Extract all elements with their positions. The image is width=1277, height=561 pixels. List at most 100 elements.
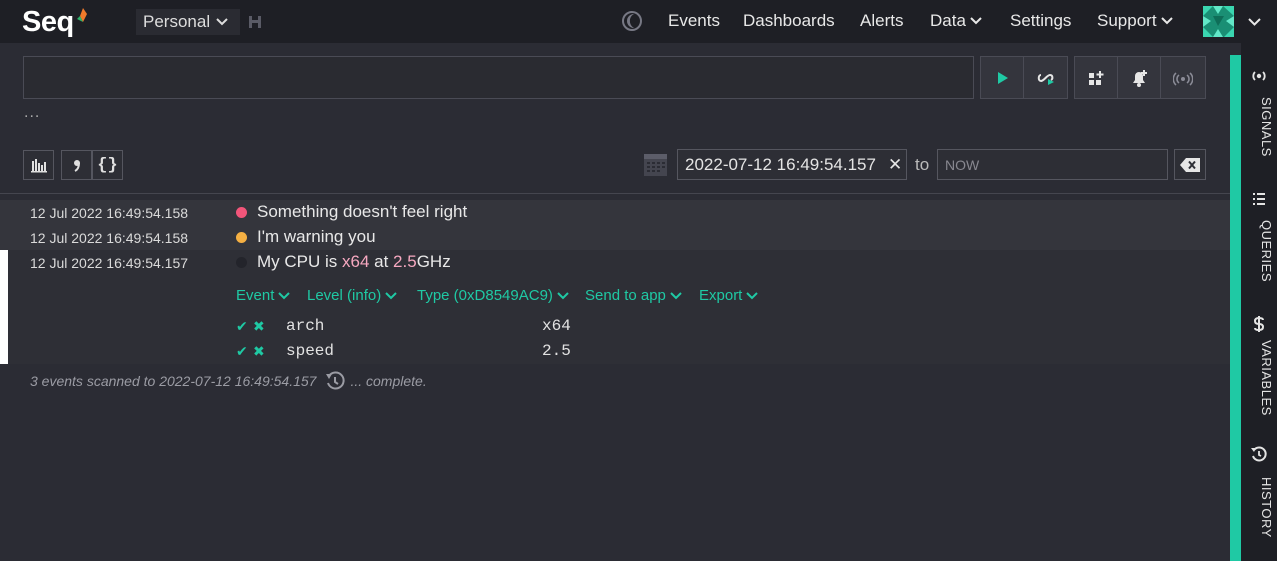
level-menu[interactable]: Level (info) [307,287,397,304]
add-to-dashboard-button[interactable] [1075,57,1118,98]
add-signal-button[interactable] [1161,57,1204,98]
run-button[interactable] [981,57,1024,98]
range-to-label: to [915,155,930,174]
selected-indicator [0,250,8,364]
nav-events[interactable]: Events [668,11,720,31]
level-info-dot [236,257,247,268]
event-message[interactable]: My CPU is x64 at 2.5GHz [257,252,451,272]
event-timestamp[interactable]: 12 Jul 2022 16:49:54.157 [30,255,188,271]
braces-icon: {} [97,155,118,175]
event-message: Something doesn't feel right [257,202,468,221]
query-tools-group [1074,56,1206,99]
dollar-icon [1253,316,1265,332]
property-row: ✔ ✖ arch x64 [236,317,736,337]
message-text: My CPU is [257,252,342,271]
message-text: GHz [416,252,451,271]
play-icon [998,71,1008,84]
workspace-selector[interactable]: Personal [136,9,240,35]
message-text: at [369,252,394,271]
chevron-down-icon [970,17,982,25]
chevron-down-icon [670,291,682,299]
avatar[interactable] [1203,6,1234,37]
nav-support[interactable]: Support [1097,11,1173,31]
add-alert-button[interactable] [1118,57,1161,98]
right-sidebar: SIGNALS QUERIES VARIABLES HISTORY [1241,43,1277,561]
property-name: speed [286,342,335,360]
bar-chart-icon [30,159,47,173]
include-filter-icon[interactable]: ✔ [236,318,248,335]
scan-status: 3 events scanned to 2022-07-12 16:49:54.… [30,370,427,392]
nav-dashboards-label: Dashboards [743,11,835,30]
scan-status-suffix: ... complete. [350,373,427,389]
query-more-ellipsis[interactable]: ... [24,104,40,122]
event-timestamp: 12 Jul 2022 16:49:54.158 [30,205,189,221]
infinity-play-icon [1037,73,1054,85]
scan-status-text: 3 events scanned to 2022-07-12 16:49:54.… [30,373,317,389]
event-row[interactable]: 12 Jul 2022 16:49:54.158 I'm warning you [0,225,1230,250]
workspace-label: Personal [143,12,211,31]
tab-queries[interactable]: QUERIES [1241,188,1277,298]
chevron-down-icon[interactable] [1248,18,1261,26]
nav-data[interactable]: Data [930,11,982,31]
property-name: arch [286,317,325,335]
type-menu[interactable]: Type (0xD8549AC9) [417,287,569,304]
level-error-dot [236,207,247,218]
tab-history-label: HISTORY [1259,477,1274,538]
exclude-filter-icon[interactable]: ✖ [253,343,265,360]
divider [0,193,1230,194]
range-to-field[interactable] [937,149,1168,180]
nav-support-label: Support [1097,11,1157,30]
bell-plus-icon [1133,69,1147,87]
nav-dashboards[interactable]: Dashboards [743,11,835,31]
history-icon[interactable] [324,370,346,392]
tail-button[interactable] [1024,57,1067,98]
query-input[interactable] [23,56,974,99]
nav-alerts-label: Alerts [860,11,904,30]
signals-icon [1252,71,1266,81]
level-menu-label: Level (info) [307,287,382,304]
clear-query-button[interactable] [1174,149,1206,180]
nav-settings[interactable]: Settings [1010,11,1071,31]
sidebar-accent [1230,55,1241,561]
csv-format-button[interactable] [61,150,92,180]
chevron-down-icon [1160,17,1173,25]
add-chart-icon [1089,70,1104,85]
chevron-down-icon [557,291,569,299]
clear-range-from-icon[interactable]: ✕ [888,155,902,174]
json-format-button[interactable]: {} [92,150,123,180]
include-filter-icon[interactable]: ✔ [236,343,248,360]
save-icon[interactable] [248,15,262,29]
tab-signals-label: SIGNALS [1259,97,1274,157]
logo-text: Seq [22,5,74,38]
nav-alerts[interactable]: Alerts [860,11,903,31]
exclude-filter-icon[interactable]: ✖ [253,318,265,335]
chevron-down-icon [278,291,291,299]
range-from-field[interactable]: 2022-07-12 16:49:54.157 [677,149,907,180]
event-timestamp: 12 Jul 2022 16:49:54.158 [30,230,189,246]
event-menu[interactable]: Event [236,287,291,304]
tab-history[interactable]: HISTORY [1241,443,1277,553]
event-row[interactable]: 12 Jul 2022 16:49:54.158 Something doesn… [0,200,1230,225]
seq-logo[interactable]: Seq [22,5,87,39]
run-button-group [980,56,1068,99]
logo-flame-icon [76,8,87,22]
calendar-icon[interactable] [643,153,668,177]
send-to-app-menu[interactable]: Send to app [585,287,682,304]
chevron-down-icon [216,18,228,26]
property-row: ✔ ✖ speed 2.5 [236,342,736,362]
theme-toggle-icon[interactable] [621,10,643,32]
broadcast-plus-icon [1172,71,1193,86]
message-token-arch: x64 [342,252,370,271]
expanded-event: 12 Jul 2022 16:49:54.157 My CPU is x64 a… [0,250,1230,364]
tab-signals[interactable]: SIGNALS [1241,63,1277,183]
nav-data-label: Data [930,11,966,30]
nav-settings-label: Settings [1010,11,1072,30]
chevron-down-icon [746,291,759,299]
event-menu-label: Event [236,287,275,304]
tab-variables[interactable]: VARIABLES [1241,313,1277,423]
range-from-value: 2022-07-12 16:49:54.157 [685,154,876,174]
comma-icon [73,160,80,172]
export-menu[interactable]: Export [699,287,759,304]
chart-toggle-button[interactable] [23,150,54,180]
top-nav: Seq Personal Events Dashboards Alerts Da… [0,0,1277,43]
